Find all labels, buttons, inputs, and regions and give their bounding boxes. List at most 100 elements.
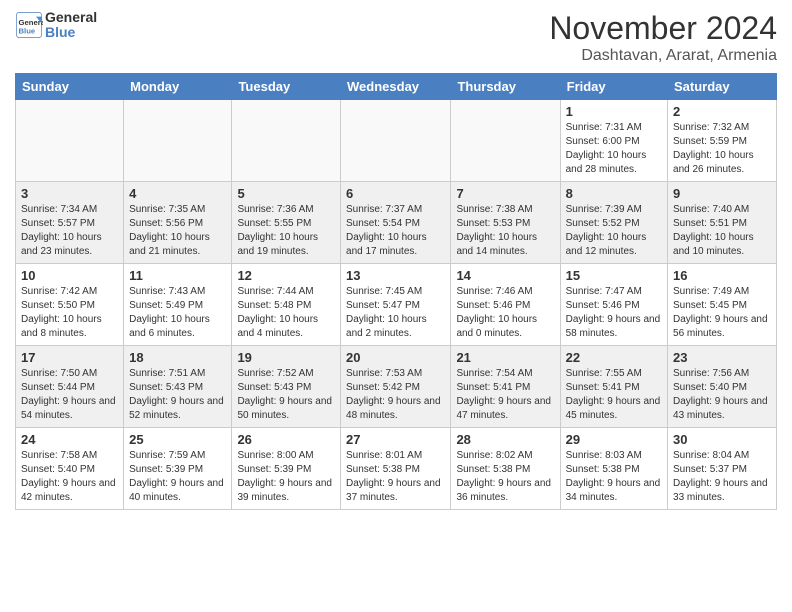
calendar-week-row: 24Sunrise: 7:58 AMSunset: 5:40 PMDayligh…	[16, 428, 777, 510]
calendar-day-cell: 7Sunrise: 7:38 AMSunset: 5:53 PMDaylight…	[451, 182, 560, 264]
calendar-week-row: 10 Sunrise: 7:42 AMSunset: 5:50 PMDayligh…	[16, 264, 777, 346]
calendar-day-cell: 28 Sunrise: 8:02 AMSunset: 5:38 PMDayligh…	[451, 428, 560, 510]
day-info: Sunrise: 7:51 AMSunset: 5:43 PMDaylight:…	[129, 367, 226, 423]
day-number: 2	[673, 104, 771, 119]
calendar-week-row: 1 Sunrise: 7:31 AMSunset: 6:00 PMDaylight…	[16, 100, 777, 182]
calendar-day-cell: 27Sunrise: 8:01 AMSunset: 5:38 PMDayligh…	[341, 428, 451, 510]
calendar-day-cell: 19Sunrise: 7:52 AMSunset: 5:43 PMDayligh…	[232, 346, 341, 428]
day-info: Sunrise: 7:58 AMSunset: 5:40 PMDaylight:…	[21, 449, 118, 505]
day-info: Sunrise: 7:46 AMSunset: 5:46 PMDaylight:…	[456, 285, 554, 341]
day-info: Sunrise: 8:02 AMSunset: 5:38 PMDaylight:…	[456, 449, 554, 505]
day-info: Sunrise: 7:36 AMSunset: 5:55 PMDaylight:…	[237, 203, 335, 259]
calendar-day-cell: 3 Sunrise: 7:34 AMSunset: 5:57 PMDaylight…	[16, 182, 124, 264]
day-info: Sunrise: 7:42 AMSunset: 5:50 PMDaylight:…	[21, 285, 118, 341]
calendar-day-cell: 24Sunrise: 7:58 AMSunset: 5:40 PMDayligh…	[16, 428, 124, 510]
calendar-day-cell: 2 Sunrise: 7:32 AMSunset: 5:59 PMDaylight…	[668, 100, 777, 182]
calendar-day-cell: 14 Sunrise: 7:46 AMSunset: 5:46 PMDayligh…	[451, 264, 560, 346]
day-number: 11	[129, 268, 226, 283]
day-number: 14	[456, 268, 554, 283]
day-info: Sunrise: 7:49 AMSunset: 5:45 PMDaylight:…	[673, 285, 771, 341]
day-number: 28	[456, 432, 554, 447]
day-info: Sunrise: 7:52 AMSunset: 5:43 PMDaylight:…	[237, 367, 335, 423]
calendar-day-header: Monday	[124, 74, 232, 100]
day-info: Sunrise: 7:32 AMSunset: 5:59 PMDaylight:…	[673, 121, 771, 177]
calendar-day-header: Sunday	[16, 74, 124, 100]
day-info: Sunrise: 7:35 AMSunset: 5:56 PMDaylight:…	[129, 203, 226, 259]
logo-blue: Blue	[45, 24, 75, 40]
day-info: Sunrise: 7:31 AMSunset: 6:00 PMDaylight:…	[566, 121, 662, 177]
day-number: 12	[237, 268, 335, 283]
day-info: Sunrise: 7:59 AMSunset: 5:39 PMDaylight:…	[129, 449, 226, 505]
calendar-day-cell: 21Sunrise: 7:54 AMSunset: 5:41 PMDayligh…	[451, 346, 560, 428]
day-number: 29	[566, 432, 662, 447]
day-info: Sunrise: 8:04 AMSunset: 5:37 PMDaylight:…	[673, 449, 771, 505]
calendar-day-cell: 20 Sunrise: 7:53 AMSunset: 5:42 PMDayligh…	[341, 346, 451, 428]
day-number: 15	[566, 268, 662, 283]
calendar-day-cell: 10 Sunrise: 7:42 AMSunset: 5:50 PMDayligh…	[16, 264, 124, 346]
day-number: 8	[566, 186, 662, 201]
calendar-day-cell: 16 Sunrise: 7:49 AMSunset: 5:45 PMDayligh…	[668, 264, 777, 346]
day-info: Sunrise: 7:55 AMSunset: 5:41 PMDaylight:…	[566, 367, 662, 423]
day-number: 23	[673, 350, 771, 365]
day-info: Sunrise: 7:44 AMSunset: 5:48 PMDaylight:…	[237, 285, 335, 341]
day-info: Sunrise: 7:34 AMSunset: 5:57 PMDaylight:…	[21, 203, 118, 259]
header: General Blue General Blue November 2024 …	[15, 10, 777, 65]
day-info: Sunrise: 7:43 AMSunset: 5:49 PMDaylight:…	[129, 285, 226, 341]
calendar-day-header: Friday	[560, 74, 667, 100]
day-number: 25	[129, 432, 226, 447]
day-number: 6	[346, 186, 445, 201]
calendar-day-header: Thursday	[451, 74, 560, 100]
day-info: Sunrise: 7:50 AMSunset: 5:44 PMDaylight:…	[21, 367, 118, 423]
day-info: Sunrise: 7:39 AMSunset: 5:52 PMDaylight:…	[566, 203, 662, 259]
day-info: Sunrise: 7:47 AMSunset: 5:46 PMDaylight:…	[566, 285, 662, 341]
calendar-header-row: SundayMondayTuesdayWednesdayThursdayFrid…	[16, 74, 777, 100]
calendar-day-header: Wednesday	[341, 74, 451, 100]
title-block: November 2024 Dashtavan, Ararat, Armenia	[549, 10, 777, 65]
calendar-day-cell	[16, 100, 124, 182]
page-container: General Blue General Blue November 2024 …	[0, 0, 792, 520]
logo-icon: General Blue	[15, 11, 43, 39]
day-number: 20	[346, 350, 445, 365]
month-title: November 2024	[549, 10, 777, 47]
calendar-day-cell: 1 Sunrise: 7:31 AMSunset: 6:00 PMDaylight…	[560, 100, 667, 182]
day-info: Sunrise: 8:03 AMSunset: 5:38 PMDaylight:…	[566, 449, 662, 505]
calendar-day-cell: 13 Sunrise: 7:45 AMSunset: 5:47 PMDayligh…	[341, 264, 451, 346]
day-info: Sunrise: 7:40 AMSunset: 5:51 PMDaylight:…	[673, 203, 771, 259]
logo-general: General	[45, 9, 97, 25]
calendar-week-row: 3 Sunrise: 7:34 AMSunset: 5:57 PMDaylight…	[16, 182, 777, 264]
day-number: 22	[566, 350, 662, 365]
calendar-day-cell	[341, 100, 451, 182]
calendar-week-row: 17Sunrise: 7:50 AMSunset: 5:44 PMDayligh…	[16, 346, 777, 428]
day-number: 26	[237, 432, 335, 447]
calendar-day-cell: 15 Sunrise: 7:47 AMSunset: 5:46 PMDayligh…	[560, 264, 667, 346]
day-info: Sunrise: 8:00 AMSunset: 5:39 PMDaylight:…	[237, 449, 335, 505]
calendar-day-cell	[451, 100, 560, 182]
day-number: 16	[673, 268, 771, 283]
day-number: 18	[129, 350, 226, 365]
day-number: 10	[21, 268, 118, 283]
day-number: 9	[673, 186, 771, 201]
day-info: Sunrise: 7:53 AMSunset: 5:42 PMDaylight:…	[346, 367, 445, 423]
calendar-day-cell: 26 Sunrise: 8:00 AMSunset: 5:39 PMDayligh…	[232, 428, 341, 510]
calendar-day-cell: 4 Sunrise: 7:35 AMSunset: 5:56 PMDaylight…	[124, 182, 232, 264]
calendar-day-cell: 30Sunrise: 8:04 AMSunset: 5:37 PMDayligh…	[668, 428, 777, 510]
day-info: Sunrise: 7:45 AMSunset: 5:47 PMDaylight:…	[346, 285, 445, 341]
calendar-day-header: Saturday	[668, 74, 777, 100]
day-info: Sunrise: 7:37 AMSunset: 5:54 PMDaylight:…	[346, 203, 445, 259]
logo: General Blue General Blue	[15, 10, 97, 41]
day-number: 27	[346, 432, 445, 447]
calendar-day-cell: 5 Sunrise: 7:36 AMSunset: 5:55 PMDaylight…	[232, 182, 341, 264]
calendar-day-cell	[232, 100, 341, 182]
location: Dashtavan, Ararat, Armenia	[549, 47, 777, 65]
day-number: 5	[237, 186, 335, 201]
calendar-day-cell: 8 Sunrise: 7:39 AMSunset: 5:52 PMDaylight…	[560, 182, 667, 264]
day-number: 3	[21, 186, 118, 201]
calendar-table: SundayMondayTuesdayWednesdayThursdayFrid…	[15, 73, 777, 510]
calendar-day-cell: 17Sunrise: 7:50 AMSunset: 5:44 PMDayligh…	[16, 346, 124, 428]
day-number: 4	[129, 186, 226, 201]
calendar-day-cell: 11 Sunrise: 7:43 AMSunset: 5:49 PMDayligh…	[124, 264, 232, 346]
calendar-day-cell: 29 Sunrise: 8:03 AMSunset: 5:38 PMDayligh…	[560, 428, 667, 510]
day-number: 21	[456, 350, 554, 365]
day-number: 13	[346, 268, 445, 283]
day-number: 1	[566, 104, 662, 119]
